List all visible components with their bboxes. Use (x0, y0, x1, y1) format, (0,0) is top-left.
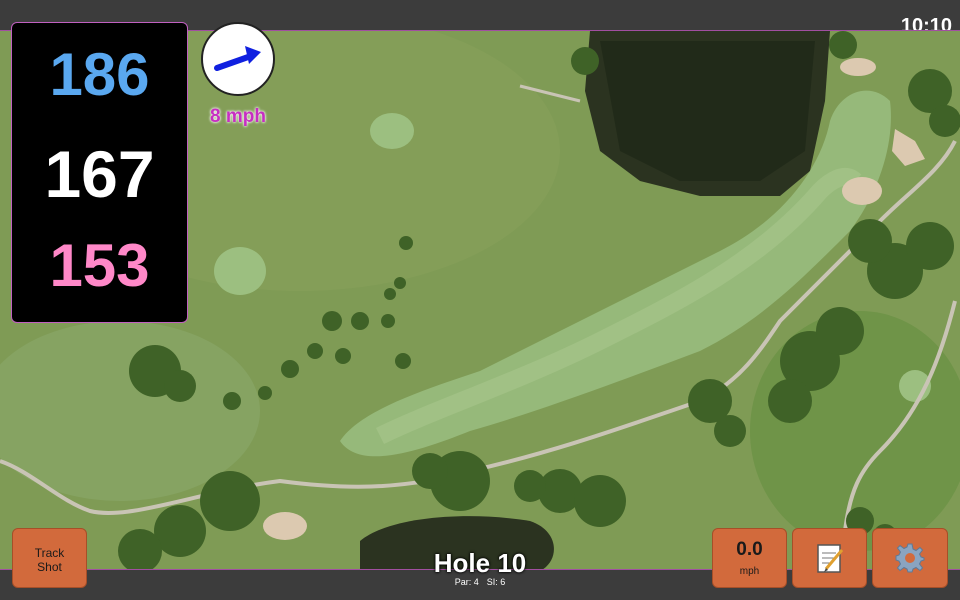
notepad-icon (816, 544, 843, 573)
back-yardage: 186 (49, 41, 150, 108)
hole-info: Par: 4 SI: 6 (380, 577, 580, 587)
middle-yardage: 167 (44, 137, 155, 211)
hole-stroke-index: SI: 6 (486, 577, 506, 587)
settings-button[interactable] (872, 528, 948, 588)
gear-icon (895, 543, 925, 573)
yardage-panel: 186 167 153 (11, 22, 188, 323)
notes-button[interactable] (792, 528, 867, 588)
track-shot-button[interactable]: Track Shot (12, 528, 87, 588)
wind-speed-label: 8 mph (210, 106, 266, 127)
front-yardage: 153 (49, 232, 150, 299)
hole-title: Hole 10 (433, 548, 527, 578)
speed-button[interactable]: 0.0 mph (712, 528, 787, 588)
hole-par: Par: 4 (454, 577, 479, 587)
speed-unit: mph (739, 566, 760, 577)
wind-indicator (201, 22, 275, 96)
track-shot-label: Track Shot (34, 546, 65, 574)
speed-value: 0.0 (736, 539, 763, 560)
arrow-up-right-icon (214, 46, 261, 71)
